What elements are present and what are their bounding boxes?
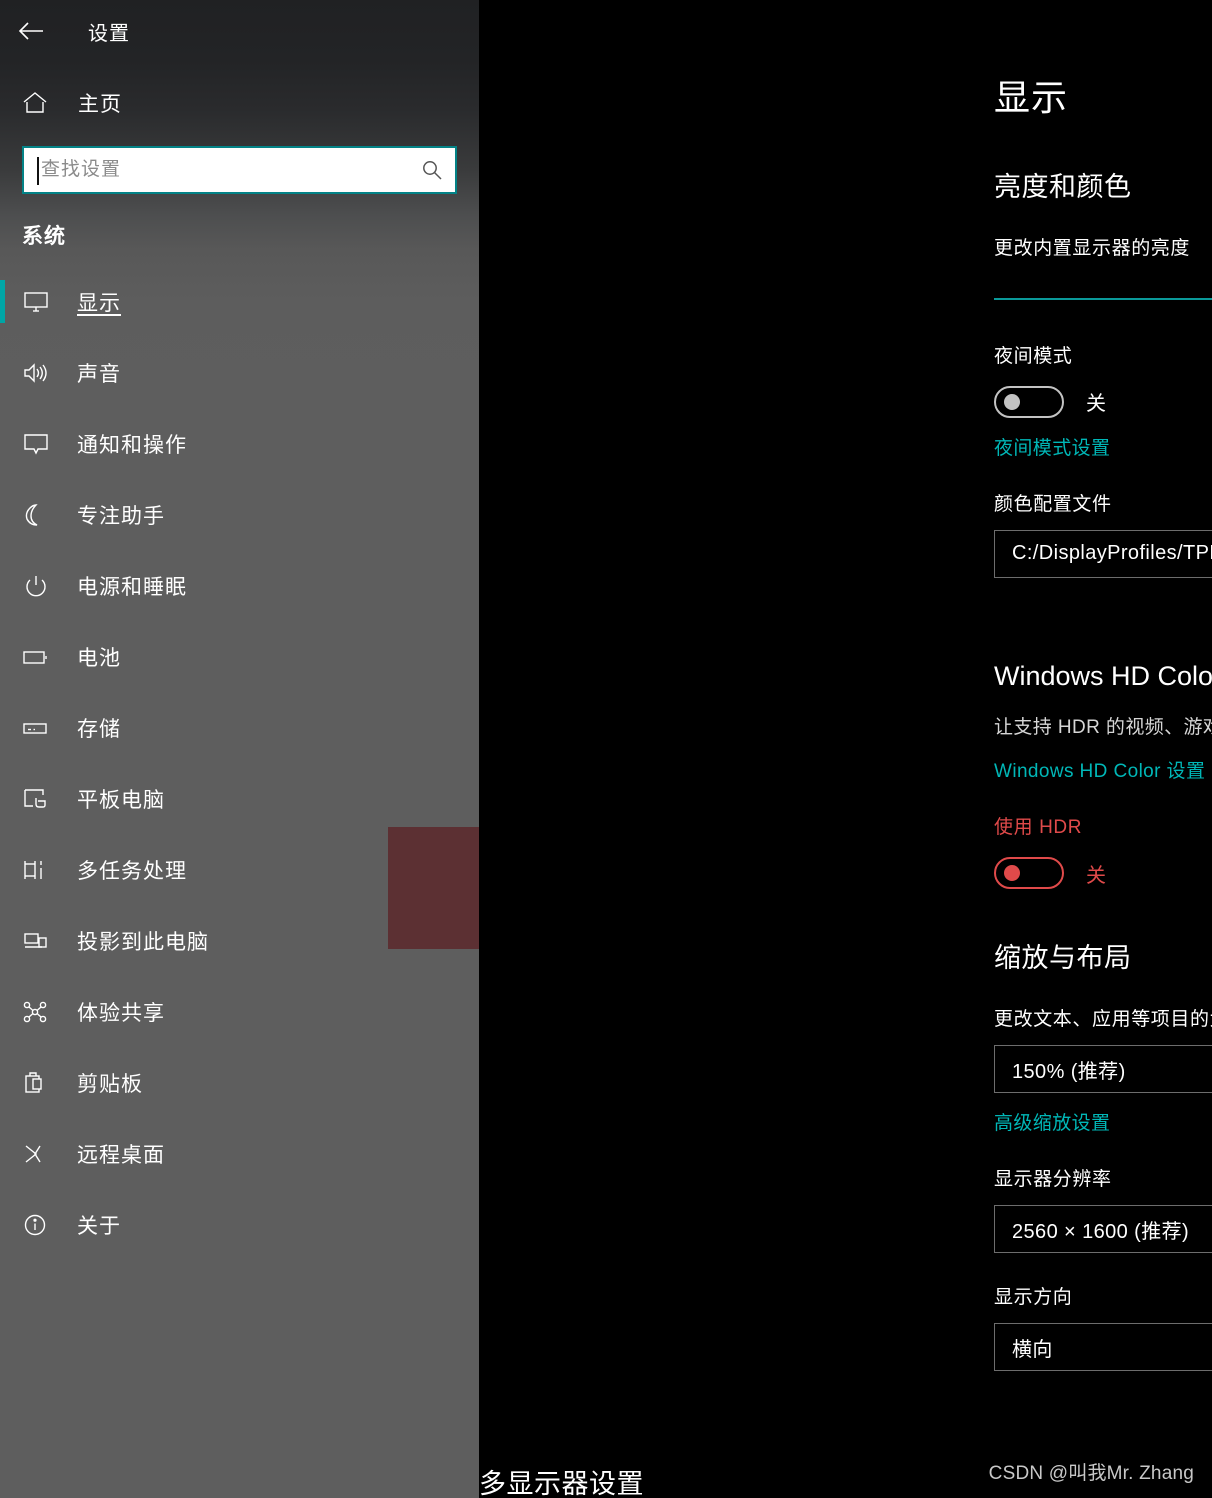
search-box[interactable]: [22, 146, 457, 194]
project-icon: [22, 929, 56, 953]
night-light-label: 夜间模式: [994, 345, 1073, 367]
sidebar-item-focus-assist-label: 专注助手: [77, 504, 165, 528]
sidebar-item-about[interactable]: 关于: [0, 1189, 479, 1260]
sidebar-item-shared-experiences[interactable]: 体验共享: [0, 976, 479, 1047]
color-profile-dropdown[interactable]: C:/DisplayProfiles/TPLCD_1600_REC709.icm: [994, 529, 1212, 578]
sidebar-item-sound-label: 声音: [77, 362, 121, 386]
home-icon: [22, 91, 56, 115]
sidebar-item-multitasking-label: 多任务处理: [77, 859, 187, 883]
sidebar-item-remote-desktop-label: 远程桌面: [77, 1143, 165, 1167]
tablet-icon: [22, 787, 56, 811]
section-scale-layout-title: 缩放与布局: [994, 943, 1132, 974]
search-icon[interactable]: [409, 159, 455, 181]
section-hd-color-title: Windows HD Color: [994, 660, 1212, 691]
sidebar-item-project-label: 投影到此电脑: [77, 930, 209, 954]
night-light-toggle-row: 关: [994, 385, 1212, 418]
sidebar-item-remote-desktop[interactable]: 远程桌面: [0, 1118, 479, 1189]
sidebar-item-storage[interactable]: 存储: [0, 692, 479, 763]
resolution-value: 2560 × 1600 (推荐): [1012, 1220, 1190, 1243]
sidebar-item-clipboard-label: 剪贴板: [77, 1072, 143, 1096]
hd-color-settings-link[interactable]: Windows HD Color 设置: [994, 756, 1205, 783]
notification-icon: [22, 432, 56, 456]
night-light-toggle[interactable]: [994, 385, 1064, 418]
settings-sidebar: 设置 主页 系统: [0, 0, 479, 1498]
resolution-dropdown[interactable]: 2560 × 1600 (推荐): [994, 1205, 1212, 1254]
sidebar-item-tablet[interactable]: 平板电脑: [0, 763, 479, 834]
section-multi-display-title: 多显示器设置: [479, 1469, 644, 1498]
use-hdr-toggle-knob: [1004, 865, 1020, 882]
app-title: 设置: [88, 22, 130, 45]
battery-icon: [22, 645, 56, 669]
storage-icon: [22, 716, 56, 740]
brightness-label: 更改内置显示器的亮度: [994, 237, 1191, 259]
title-bar: 设置: [0, 0, 479, 62]
orientation-label: 显示方向: [994, 1287, 1073, 1309]
info-icon: [22, 1213, 56, 1237]
sidebar-item-storage-label: 存储: [77, 717, 121, 741]
night-light-state: 关: [1086, 393, 1107, 416]
search-input[interactable]: [24, 148, 409, 192]
moon-icon: [22, 503, 56, 527]
use-hdr-toggle[interactable]: [994, 857, 1064, 890]
sidebar-item-home-label: 主页: [78, 93, 122, 116]
sidebar-item-display-label: 显示: [77, 291, 121, 315]
sidebar-item-display[interactable]: 显示: [0, 266, 479, 337]
sidebar-nav-list: 显示 声音 通知和操作 专注助手 电源和睡眠 电池 存储 平板电脑 多任务处理 …: [0, 266, 479, 1260]
sidebar-item-about-label: 关于: [77, 1214, 121, 1238]
speaker-icon: [22, 361, 56, 385]
brightness-slider-fill: [994, 297, 1212, 300]
orientation-value: 横向: [1012, 1338, 1053, 1361]
sidebar-item-notifications[interactable]: 通知和操作: [0, 408, 479, 479]
remote-desktop-icon: [22, 1142, 56, 1166]
resolution-label: 显示器分辨率: [994, 1169, 1112, 1191]
scale-label: 更改文本、应用等项目的大小: [994, 1009, 1212, 1031]
orientation-dropdown[interactable]: 横向: [994, 1323, 1212, 1372]
back-arrow-icon[interactable]: [0, 9, 62, 53]
use-hdr-label: 使用 HDR: [994, 817, 1083, 839]
sidebar-item-power-sleep-label: 电源和睡眠: [77, 575, 187, 599]
sidebar-item-shared-experiences-label: 体验共享: [77, 1001, 165, 1025]
color-profile-label: 颜色配置文件: [994, 493, 1112, 515]
sidebar-item-battery-label: 电池: [77, 646, 121, 670]
sidebar-group-title: 系统: [22, 225, 66, 248]
search-caret: [37, 157, 39, 185]
use-hdr-state: 关: [1086, 864, 1107, 887]
sidebar-item-clipboard[interactable]: 剪贴板: [0, 1047, 479, 1118]
watermark: CSDN @叫我Mr. Zhang: [988, 1463, 1194, 1484]
color-profile-value: C:/DisplayProfiles/TPLCD_1600_REC709.icm: [1012, 542, 1212, 565]
display-settings-panel: 显示 亮度和颜色 更改内置显示器的亮度 夜间模式 关 夜间模式设置 颜色配置文件…: [479, 0, 1212, 1498]
overlay-artifact-rectangle: [388, 827, 479, 949]
advanced-scaling-link[interactable]: 高级缩放设置: [994, 1108, 1110, 1135]
sidebar-item-focus-assist[interactable]: 专注助手: [0, 479, 479, 550]
use-hdr-toggle-row: 关: [994, 857, 1212, 890]
scale-dropdown[interactable]: 150% (推荐): [994, 1045, 1212, 1094]
hd-color-description: 让支持 HDR 的视频、游戏和应用的画面更明亮、更生动。: [994, 716, 1212, 738]
sidebar-item-tablet-label: 平板电脑: [77, 788, 165, 812]
sidebar-item-sound[interactable]: 声音: [0, 337, 479, 408]
power-icon: [22, 574, 56, 598]
monitor-icon: [22, 290, 56, 314]
share-icon: [22, 1000, 56, 1024]
page-title: 显示: [994, 77, 1069, 118]
sidebar-item-power-sleep[interactable]: 电源和睡眠: [0, 550, 479, 621]
scale-value: 150% (推荐): [1012, 1060, 1126, 1083]
sidebar-item-notifications-label: 通知和操作: [77, 433, 187, 457]
section-brightness-color-title: 亮度和颜色: [994, 171, 1132, 202]
multitask-icon: [22, 858, 56, 882]
clipboard-icon: [22, 1071, 56, 1095]
brightness-slider[interactable]: [994, 286, 1212, 312]
sidebar-item-battery[interactable]: 电池: [0, 621, 479, 692]
night-light-toggle-knob: [1004, 393, 1020, 410]
night-light-settings-link[interactable]: 夜间模式设置: [994, 433, 1110, 460]
sidebar-item-home[interactable]: 主页: [22, 88, 479, 118]
